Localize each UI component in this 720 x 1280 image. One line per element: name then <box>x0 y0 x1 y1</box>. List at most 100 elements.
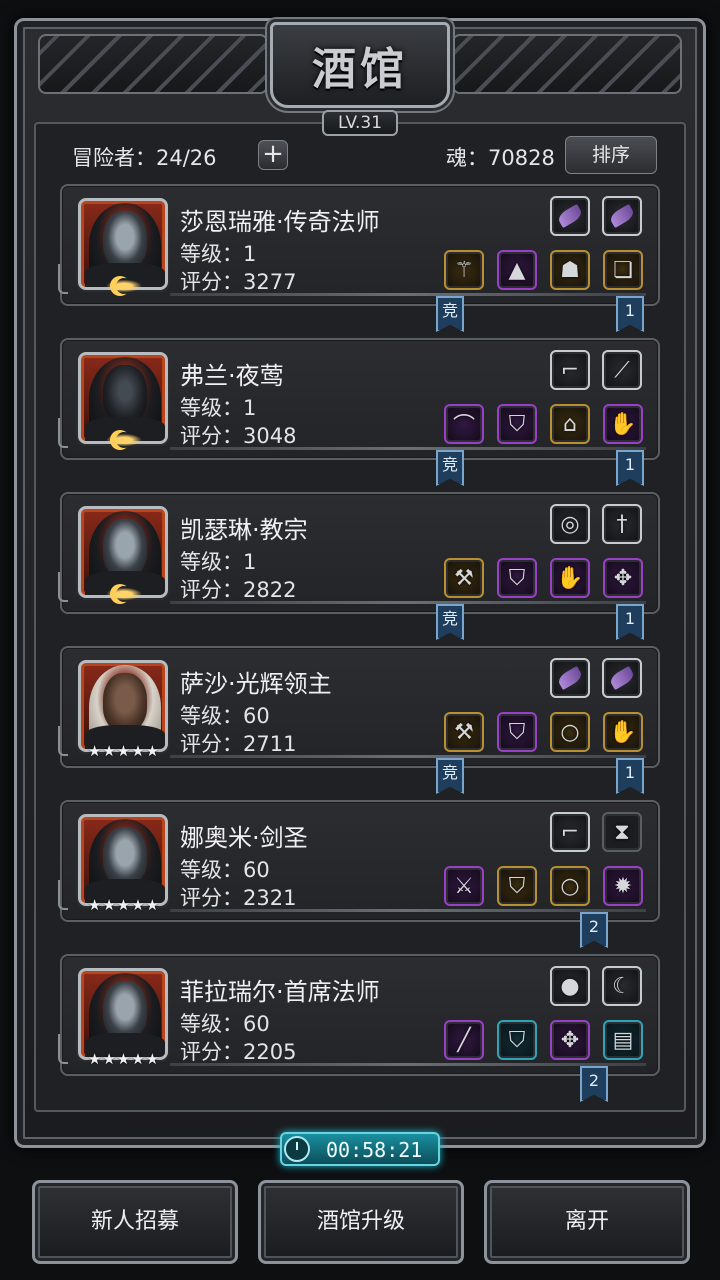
hero-score: 评分：2711 <box>180 732 297 756</box>
hero-name: 莎恩瑞雅·传奇法师 <box>180 208 380 236</box>
portrait-face <box>103 211 147 269</box>
hero-level: 等级：60 <box>180 858 270 882</box>
equipment-slot[interactable]: ⚒ <box>444 712 484 752</box>
hero-score: 评分：2822 <box>180 578 297 602</box>
equipment-slot[interactable]: ☾ <box>602 966 642 1006</box>
hero-level: 等级：1 <box>180 396 257 420</box>
equipment-slot[interactable]: ✹ <box>603 866 643 906</box>
card-divider <box>170 601 646 604</box>
hero-card[interactable]: 弗兰·夜莺 等级：1 评分：3048 ⌐ ⟋ ⌒ ⛉ ⌂ ✋ <box>58 338 660 460</box>
card-divider <box>170 447 646 450</box>
leave-button[interactable]: 离开 <box>484 1180 690 1264</box>
card-divider <box>170 909 646 912</box>
equipment-slot[interactable]: ❏ <box>603 250 643 290</box>
equipment-slot[interactable]: ✥ <box>603 558 643 598</box>
equipment-slot[interactable]: † <box>602 504 642 544</box>
equipment-slot[interactable]: ○ <box>550 712 590 752</box>
portrait-face <box>103 827 147 885</box>
tavern-level-badge: LV.31 <box>322 110 398 136</box>
star-rating: ★★★★★ <box>87 742 161 760</box>
barrel-icon: ▤ <box>612 1027 634 1053</box>
equipment-slot[interactable] <box>602 658 642 698</box>
equipment-slot[interactable]: ✥ <box>550 1020 590 1060</box>
gauntlet-icon: ✋ <box>609 411 637 437</box>
star-rating: ★★★★★ <box>87 896 161 914</box>
hero-card[interactable]: ★★★★★ 菲拉瑞尔·首席法师 等级：60 评分：2205 ● ☾ ╱ ⛉ ✥ ▤ <box>58 954 660 1076</box>
ring-icon: ○ <box>560 719 580 745</box>
equipment-slot[interactable]: ✋ <box>603 404 643 444</box>
amulet-icon: ✥ <box>613 565 633 591</box>
gem-icon <box>608 203 636 229</box>
hero-level: 等级：1 <box>180 550 257 574</box>
equipment-slot[interactable]: ⛉ <box>497 1020 537 1060</box>
equipment-slot[interactable]: ⛉ <box>497 404 537 444</box>
portrait-face <box>103 365 147 423</box>
equipment-slot[interactable]: ⧗ <box>602 812 642 852</box>
equipment-slot[interactable]: ⌐ <box>550 812 590 852</box>
star-rating: ★★★★★ <box>87 1050 161 1068</box>
card-side-ornament <box>58 418 68 448</box>
hero-card[interactable]: ★★★★★ 娜奥米·剑圣 等级：60 评分：2321 ⌐ ⧗ ⚔ ⛉ ○ ✹ <box>58 800 660 922</box>
card-side-ornament <box>58 880 68 910</box>
card-divider <box>170 755 646 758</box>
hero-card[interactable]: ★★★★★ 萨沙·光辉领主 等级：60 评分：2711 ⚒ ⛉ ○ ✋ <box>58 646 660 768</box>
card-side-ornament <box>58 726 68 756</box>
hero-level: 等级：60 <box>180 1012 270 1036</box>
recruit-button[interactable]: 新人招募 <box>32 1180 238 1264</box>
hero-card[interactable]: 凯瑟琳·教宗等级：1 评分：2822 ◎ † ⚒ ⛉ ✋ ✥ <box>58 492 660 614</box>
soul-count: 魂：70828 <box>446 146 555 170</box>
equipment-slot[interactable]: ⛉ <box>497 558 537 598</box>
hammer-icon: ⚒ <box>454 719 474 745</box>
equipment-slot[interactable]: ⚒ <box>444 558 484 598</box>
equipment-slot[interactable]: ✋ <box>603 712 643 752</box>
card-side-ornament <box>58 264 68 294</box>
charm-icon: ◎ <box>560 511 580 537</box>
equipment-slot[interactable]: ⚔ <box>444 866 484 906</box>
hero-score: 评分：2321 <box>180 886 297 910</box>
upgrade-tavern-button[interactable]: 酒馆升级 <box>258 1180 464 1264</box>
equipment-slot[interactable]: ◎ <box>550 504 590 544</box>
gem-icon <box>556 665 584 691</box>
equipment-slot[interactable]: ⛉ <box>497 866 537 906</box>
hero-portrait[interactable] <box>78 660 168 752</box>
scroll-icon: ❏ <box>613 257 633 283</box>
adventurer-count: 冒险者：24/26 <box>72 146 217 170</box>
equipment-slot[interactable]: ⌐ <box>550 350 590 390</box>
gem-icon <box>608 665 636 691</box>
sort-button[interactable]: 排序 <box>565 136 657 174</box>
blade-icon: ⌒ <box>452 414 475 439</box>
add-capacity-button[interactable]: + <box>258 140 288 170</box>
equipment-slot[interactable] <box>550 196 590 236</box>
armor-icon: ⛉ <box>508 1027 526 1053</box>
equipment-slot[interactable]: ☗ <box>550 250 590 290</box>
equipment-slot[interactable]: ● <box>550 966 590 1006</box>
equipment-slot[interactable]: ⟋ <box>602 350 642 390</box>
equipment-slot[interactable] <box>550 658 590 698</box>
hero-portrait[interactable] <box>78 814 168 906</box>
hero-name: 菲拉瑞尔·首席法师 <box>180 978 380 1006</box>
equipment-slot[interactable]: ▤ <box>603 1020 643 1060</box>
equipment-slot[interactable]: ⌒ <box>444 404 484 444</box>
card-side-ornament <box>58 572 68 602</box>
hero-score: 评分：3048 <box>180 424 297 448</box>
hero-card[interactable]: 莎恩瑞雅·传奇法师 等级：1 评分：3277 ⚚ ▲ ☗ ❏ <box>58 184 660 306</box>
hero-score: 评分：3277 <box>180 270 297 294</box>
equipment-slot[interactable]: ▲ <box>497 250 537 290</box>
hero-portrait[interactable] <box>78 968 168 1060</box>
hero-name: 凯瑟琳·教宗 <box>180 516 308 544</box>
staff-icon: ⚚ <box>454 257 474 283</box>
clock-icon <box>284 1136 310 1162</box>
orb-icon: ● <box>560 973 580 999</box>
moon-rank-icon <box>96 584 152 604</box>
ring-icon: ○ <box>560 873 580 899</box>
refresh-timer: 00:58:21 <box>280 1132 440 1166</box>
equipment-slot[interactable] <box>602 196 642 236</box>
armor-icon: ⛉ <box>508 565 526 591</box>
equipment-slot[interactable]: ⚚ <box>444 250 484 290</box>
equipment-slot[interactable]: ✋ <box>550 558 590 598</box>
gem-icon <box>556 203 584 229</box>
equipment-slot[interactable]: ○ <box>550 866 590 906</box>
equipment-slot[interactable]: ⛉ <box>497 712 537 752</box>
equipment-slot[interactable]: ⌂ <box>550 404 590 444</box>
equipment-slot[interactable]: ╱ <box>444 1020 484 1060</box>
